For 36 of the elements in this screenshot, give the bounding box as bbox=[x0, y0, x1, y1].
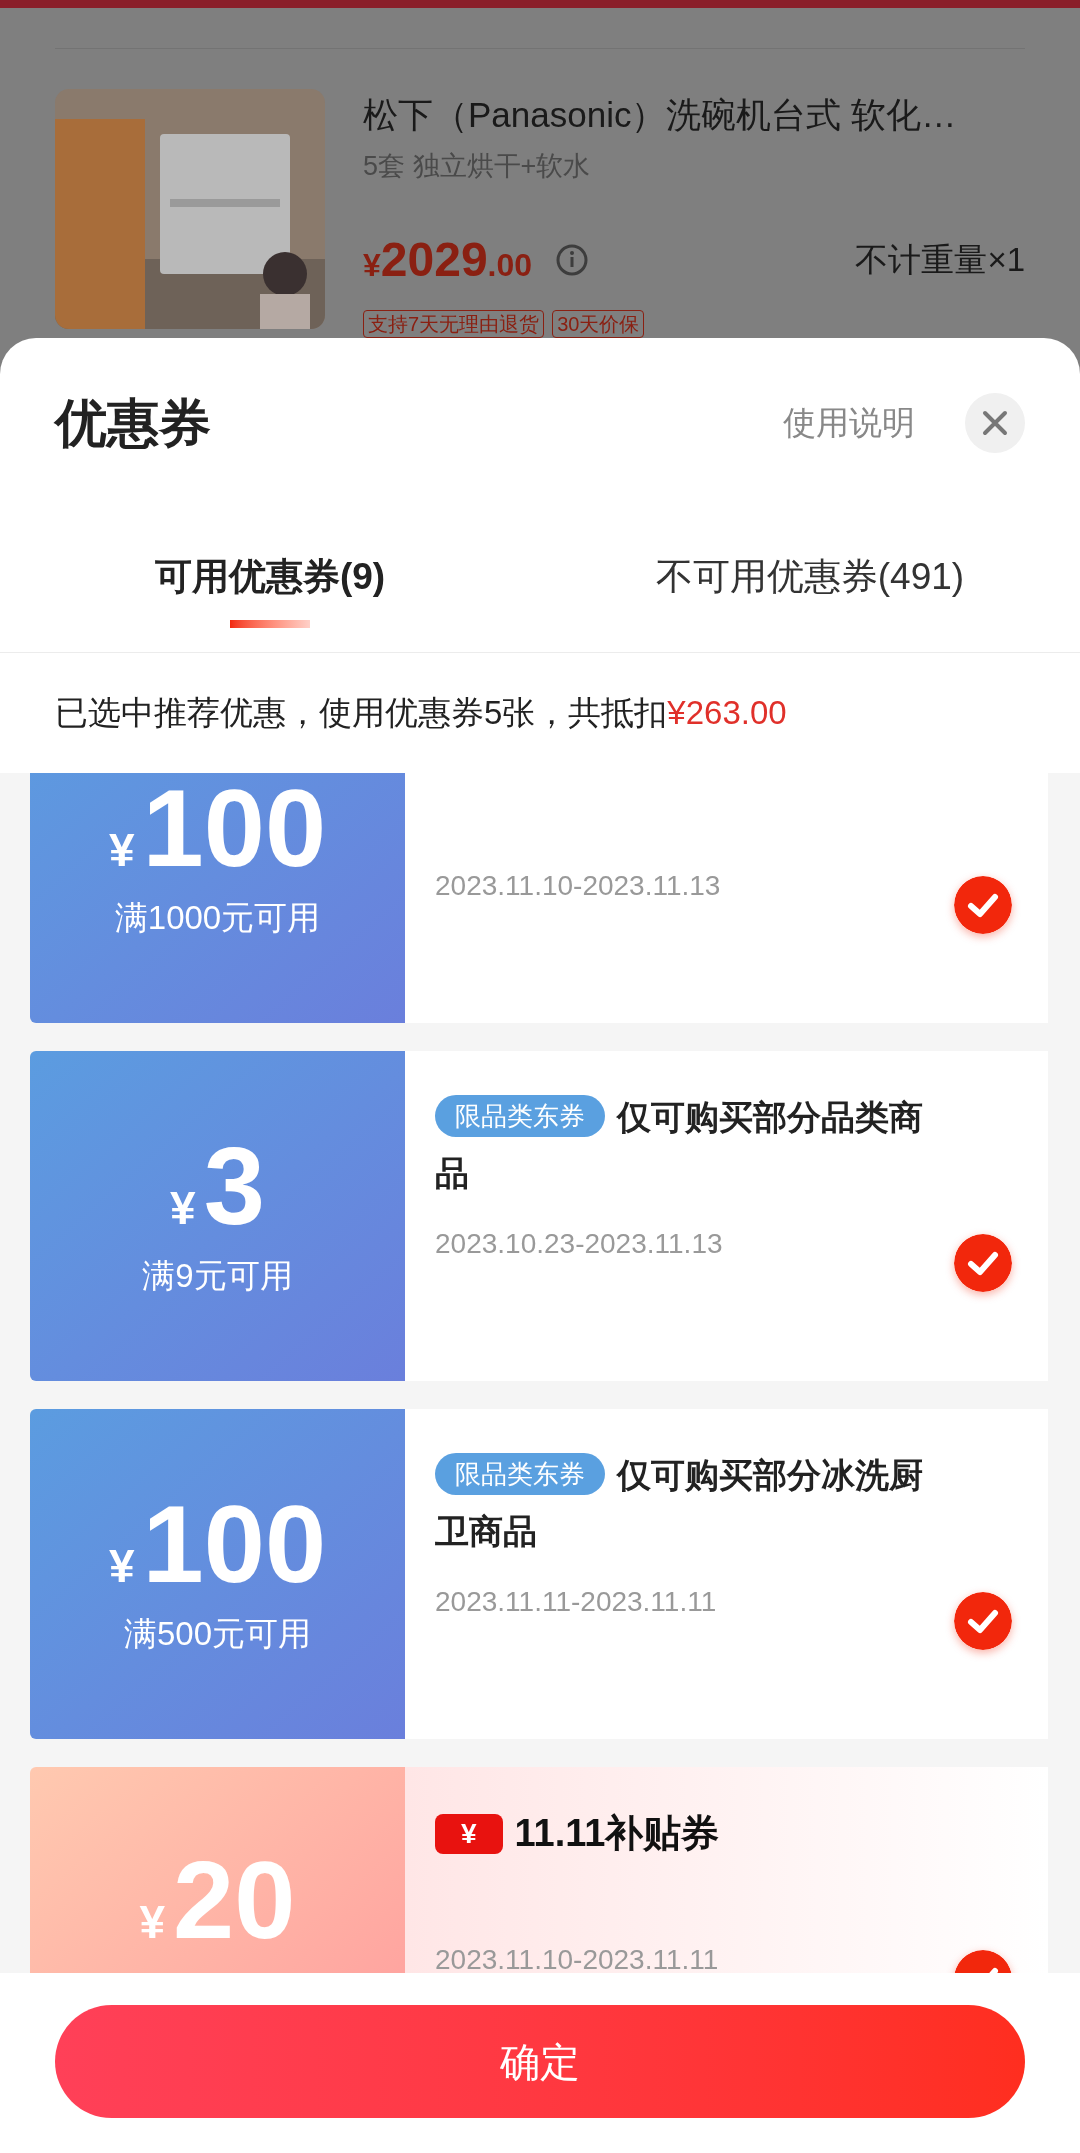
coupon-title: 限品类东券 仅可购买部分品类商品 bbox=[435, 1089, 954, 1201]
coupon-condition: 满9元可用 bbox=[142, 1256, 293, 1297]
coupon-amount: 100 bbox=[142, 773, 327, 884]
coupon-condition: 满500元可用 bbox=[123, 1614, 312, 1655]
checkmark-icon[interactable] bbox=[954, 1234, 1012, 1292]
checkmark-icon[interactable] bbox=[954, 1592, 1012, 1650]
category-tag: 限品类东券 bbox=[435, 1095, 605, 1137]
product-price: ¥2029.00 bbox=[363, 232, 533, 288]
discount-summary: 已选中推荐优惠，使用优惠券5张，共抵扣¥263.00 bbox=[54, 693, 788, 734]
usage-instructions-link[interactable]: 使用说明 bbox=[783, 398, 915, 448]
coupon-tab[interactable]: 不可用优惠券(491) bbox=[540, 548, 1080, 652]
category-tag: 限品类东券 bbox=[435, 1453, 605, 1495]
coupon-amount: 100 bbox=[142, 1489, 327, 1600]
validity-date: 2023.10.23-2023.11.13 bbox=[435, 1227, 724, 1261]
coupon-tab[interactable]: 可用优惠券(9) bbox=[0, 548, 540, 652]
coupon-title: 限品类东券 仅可购买部分冰洗厨卫商品 bbox=[435, 1447, 954, 1559]
service-tag: 支持7天无理由退货 bbox=[363, 310, 545, 338]
validity-date: 2023.11.11-2023.11.11 bbox=[435, 1585, 718, 1619]
close-icon bbox=[982, 410, 1008, 436]
validity-date: 2023.11.10-2023.11.13 bbox=[435, 869, 722, 903]
subsidy-badge: ¥ bbox=[435, 1813, 503, 1854]
coupon-title: 11.11补贴券 bbox=[514, 1811, 720, 1856]
currency-symbol: ¥ bbox=[108, 1539, 135, 1595]
validity-date: 2023.11.10-2023.11.11 bbox=[435, 1943, 720, 1973]
confirm-button[interactable]: 确定 bbox=[55, 2005, 1025, 2118]
coupon-condition: 满1000元可用 bbox=[114, 898, 321, 939]
checkmark-icon[interactable] bbox=[954, 876, 1012, 934]
sheet-title: 优惠券 bbox=[55, 393, 211, 454]
coupon-amount: 20 bbox=[173, 1845, 296, 1955]
coupon-amount: 3 bbox=[203, 1131, 265, 1242]
quantity-label: 不计重量×1 bbox=[855, 240, 1025, 281]
info-icon[interactable] bbox=[556, 244, 589, 276]
currency-symbol: ¥ bbox=[170, 1181, 196, 1237]
currency-symbol: ¥ bbox=[139, 1895, 166, 1950]
product-title: 松下（Panasonic）洗碗机台式 软化… bbox=[363, 94, 958, 136]
currency-symbol: ¥ bbox=[108, 823, 135, 879]
